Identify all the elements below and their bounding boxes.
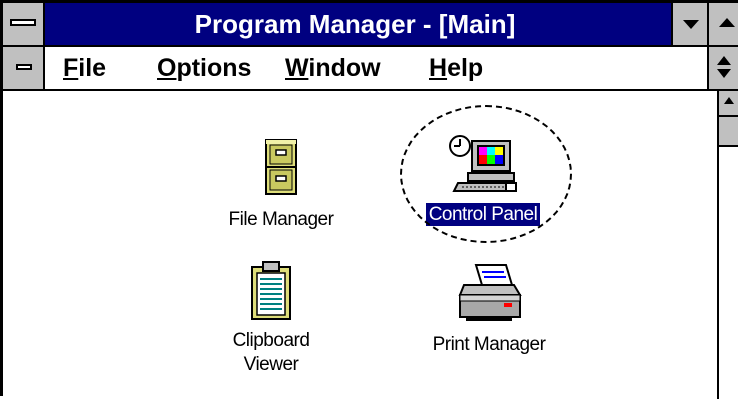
minimize-arrow-icon xyxy=(683,20,699,29)
clipboard-icon xyxy=(251,261,291,320)
maximize-button[interactable] xyxy=(707,3,738,45)
file-cabinet-icon xyxy=(265,139,297,195)
menu-window[interactable]: Window xyxy=(285,47,381,89)
title-bar[interactable]: Program Manager - [Main] xyxy=(3,3,738,47)
menu-help[interactable]: Help xyxy=(429,47,483,89)
scroll-thumb[interactable] xyxy=(719,117,738,147)
restore-down-arrow-icon xyxy=(717,69,731,78)
document-control-icon xyxy=(16,64,32,70)
system-menu-button[interactable] xyxy=(3,3,45,45)
print-manager-item[interactable]: Print Manager xyxy=(389,263,589,356)
clipboard-label-line1: Clipboard xyxy=(232,330,310,351)
document-control-menu-button[interactable] xyxy=(3,47,45,89)
scroll-up-button[interactable] xyxy=(719,91,738,117)
scroll-up-arrow-icon xyxy=(724,97,734,104)
print-manager-label: Print Manager xyxy=(432,334,546,355)
system-menu-icon xyxy=(10,19,36,26)
program-manager-window: Program Manager - [Main] File Options Wi… xyxy=(0,0,738,399)
window-title: Program Manager - [Main] xyxy=(194,9,516,39)
maximize-arrow-icon xyxy=(719,18,735,27)
clipboard-viewer-item[interactable]: Clipboard Viewer xyxy=(171,261,371,377)
vertical-scrollbar[interactable] xyxy=(717,91,738,399)
highlight-circle xyxy=(400,105,572,243)
restore-button[interactable] xyxy=(707,47,738,89)
restore-up-arrow-icon xyxy=(717,56,731,65)
menu-bar: File Options Window Help xyxy=(3,47,738,91)
printer-icon xyxy=(458,264,522,321)
minimize-button[interactable] xyxy=(671,3,707,45)
menu-file[interactable]: File xyxy=(63,47,106,89)
file-manager-label: File Manager xyxy=(228,209,334,230)
file-manager-item[interactable]: File Manager xyxy=(181,137,381,231)
menu-options[interactable]: Options xyxy=(157,47,251,89)
clipboard-label-line2: Viewer xyxy=(243,354,299,375)
